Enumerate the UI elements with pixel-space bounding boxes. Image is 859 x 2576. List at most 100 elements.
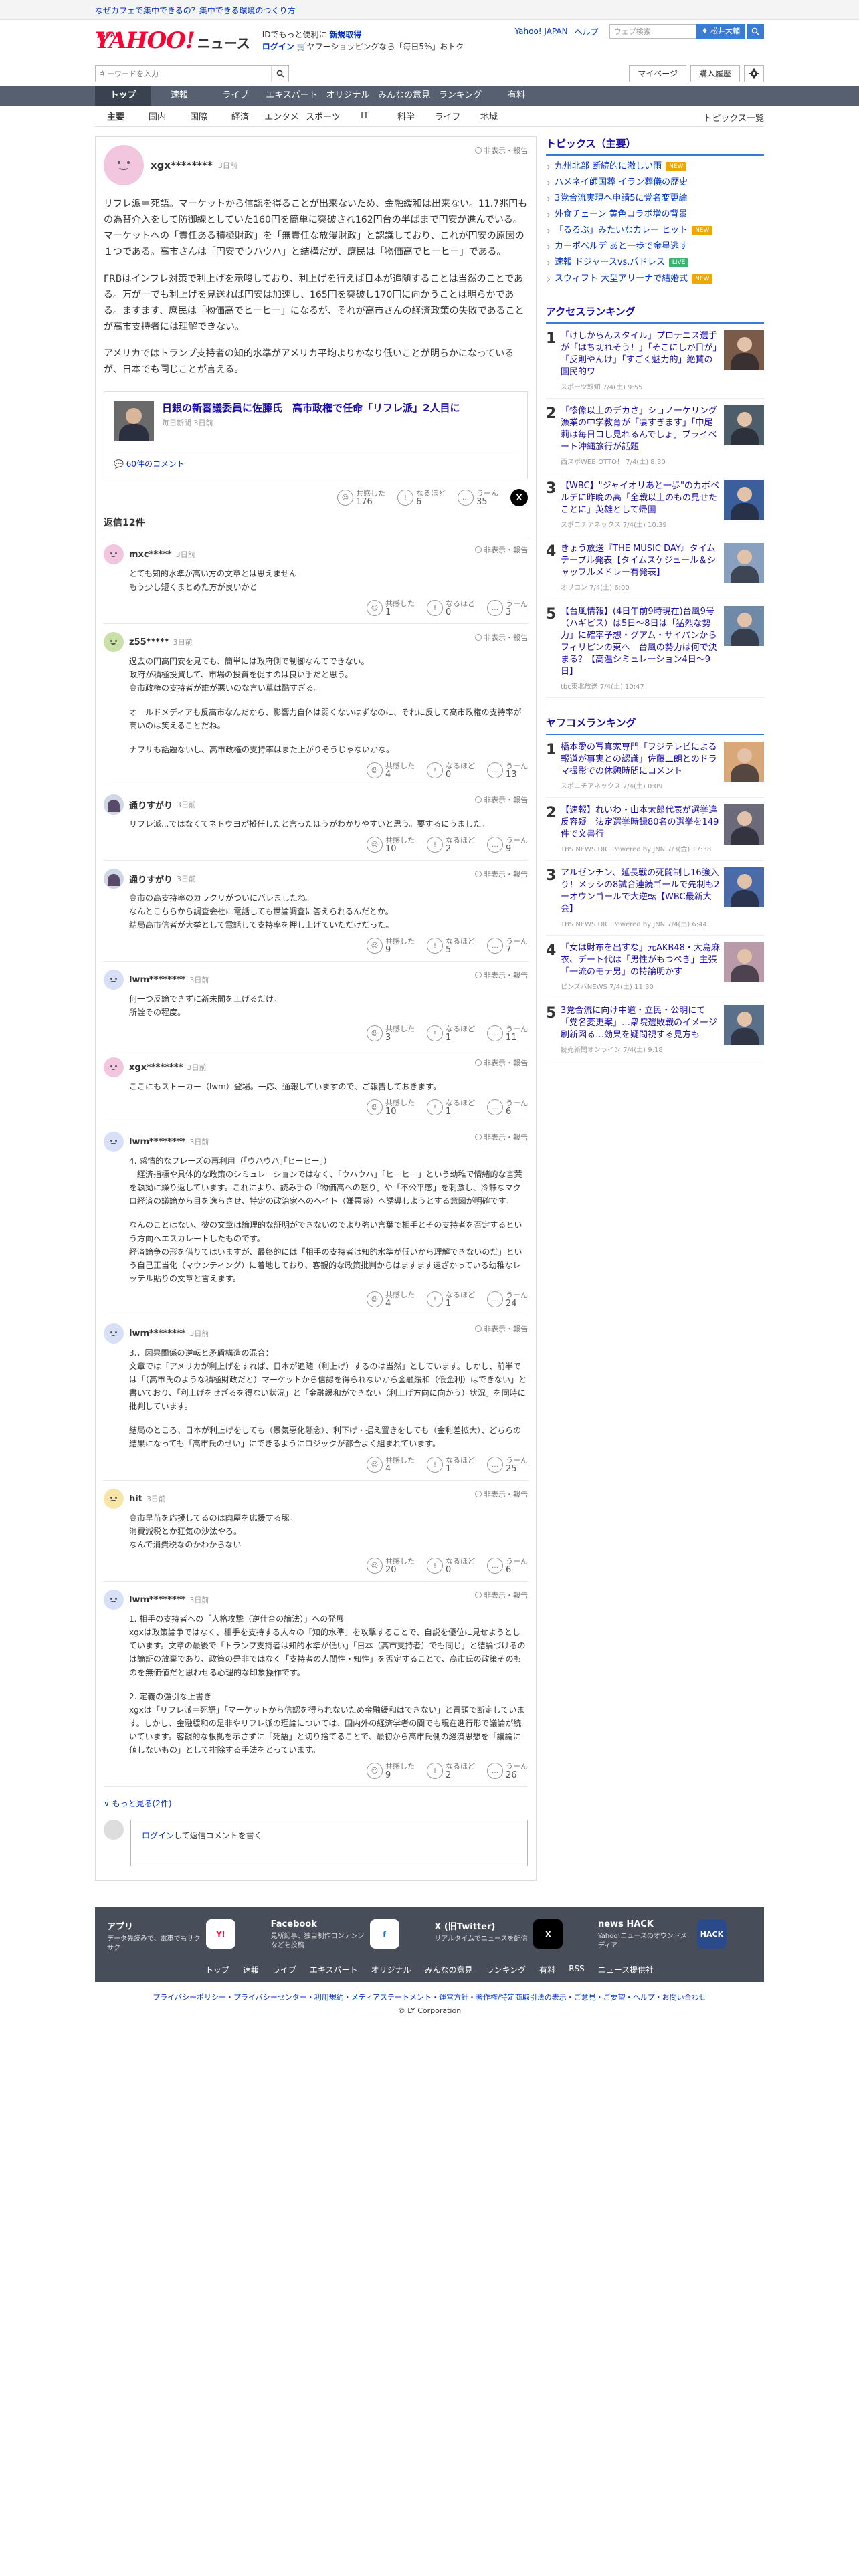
user-menu[interactable]: ♦ 松井大輔 (696, 24, 745, 39)
cat-life[interactable]: ライフ (427, 110, 468, 122)
article-comments-link[interactable]: 💬 60件のコメント (114, 451, 518, 469)
topic-item[interactable]: 九州北部 断続的に激しい雨 NEW (546, 158, 764, 175)
topic-title[interactable]: 「るるぶ」みたいなカレー ヒット (555, 223, 688, 239)
show-more-replies[interactable]: ∨ もっと見る(2件) (104, 1798, 528, 1809)
reply-login-link[interactable]: ログイン (142, 1831, 174, 1840)
ranking-item[interactable]: 4 「女は財布を出すな」元AKB48・大島麻衣、デート代は「男性がもつべき」主張 … (546, 936, 764, 998)
rank-title[interactable]: 【台風情報】(4日午前9時現在)台風9号（ハギビス）は5日～8日は「猛烈な勢力」… (561, 606, 720, 678)
legal-links[interactable]: プライバシーポリシー・プライバシーセンター・利用規約・メディアステートメント・運… (0, 1992, 859, 2002)
cat-it[interactable]: IT (344, 111, 385, 121)
naruhodo-button[interactable]: ! なるほど 0 (427, 762, 475, 779)
rank-thumbnail[interactable] (724, 742, 764, 782)
footer-link[interactable]: ニュース提供社 (598, 1964, 654, 1975)
rank-thumbnail[interactable] (724, 867, 764, 907)
naruhodo-button[interactable]: ! なるほど 1 (427, 1291, 475, 1308)
cat-domestic[interactable]: 国内 (136, 110, 178, 122)
reply-username[interactable]: hit (129, 1494, 142, 1504)
topic-title[interactable]: 3党合流実現へ申請5に党名変更論 (555, 191, 688, 207)
empathy-button[interactable]: ☺ 共感した 1 (367, 599, 415, 617)
empathy-button[interactable]: ☺ 共感した 9 (367, 937, 415, 954)
rank-thumbnail[interactable] (724, 480, 764, 520)
rank-title[interactable]: 「女は財布を出すな」元AKB48・大島麻衣、デート代は「男性がもつべき」主張 「… (561, 942, 726, 978)
rank-thumbnail[interactable] (724, 1005, 764, 1045)
cat-sports[interactable]: スポーツ (302, 110, 344, 122)
footer-link[interactable]: ライブ (272, 1964, 296, 1975)
ranking-item[interactable]: 5 【台風情報】(4日午前9時現在)台風9号（ハギビス）は5日～8日は「猛烈な勢力… (546, 599, 764, 698)
report-button[interactable]: 非表示・報告 (475, 794, 528, 805)
mypage-button[interactable]: マイページ (629, 65, 686, 82)
register-link[interactable]: 新規取得 (329, 30, 361, 39)
uun-button[interactable]: … うーん 7 (487, 937, 528, 954)
settings-button[interactable] (744, 65, 764, 82)
footer-link[interactable]: RSS (569, 1964, 585, 1975)
avatar[interactable] (104, 632, 124, 652)
reply-username[interactable]: lwm******** (129, 1137, 185, 1147)
rank-title[interactable]: 橋本愛の写真家専門「フジテレビによる報道が事実との認識」佐藤二朗とのドラマ撮影で… (561, 742, 720, 778)
footer-app-2[interactable]: X (旧Twitter) リアルタイムでニュースを配信 X (434, 1919, 588, 1953)
avatar[interactable] (104, 544, 124, 564)
footer-app-1[interactable]: Facebook 見所記事、独自制作コンテンツなどを投稿 f (271, 1919, 425, 1953)
report-button[interactable]: 非表示・報告 (475, 1057, 528, 1068)
naruhodo-button[interactable]: ! なるほど 1 (427, 1025, 475, 1042)
login-link[interactable]: ログイン (262, 42, 294, 51)
rank-thumbnail[interactable] (724, 543, 764, 583)
rank-thumbnail[interactable] (724, 942, 764, 982)
report-button[interactable]: 非表示・報告 (475, 145, 528, 156)
topbar-promo-link[interactable]: なぜカフェで集中できるの？集中できる環境のつくり方 (95, 5, 296, 16)
article-title[interactable]: 日銀の新審議委員に佐藤氏 高市政権で任命「リフレ派」2人目に (162, 401, 460, 415)
uun-button[interactable]: … うーん 25 (487, 1456, 528, 1473)
avatar[interactable] (104, 970, 124, 990)
empathy-button[interactable]: ☺ 共感した 20 (367, 1557, 415, 1574)
topic-title[interactable]: スウィフト 大型アリーナで結婚式 (555, 271, 688, 287)
ranking-item[interactable]: 1 橋本愛の写真家専門「フジテレビによる報道が事実との認識」佐藤二朗とのドラマ撮影… (546, 735, 764, 798)
nav-top[interactable]: トップ (95, 86, 151, 106)
report-button[interactable]: 非表示・報告 (475, 869, 528, 879)
rank-thumbnail[interactable] (724, 405, 764, 445)
ranking-item[interactable]: 2 【速報】れいわ・山本太郎代表が選挙違反容疑 法定選挙時録80名の選挙を149件… (546, 798, 764, 861)
naruhodo-button[interactable]: ! なるほど 6 (397, 489, 446, 506)
reply-username[interactable]: mxc***** (129, 550, 172, 560)
footer-link[interactable]: トップ (205, 1964, 229, 1975)
topic-title[interactable]: 九州北部 断続的に激しい雨 (555, 158, 662, 175)
uun-button[interactable]: … うーん 11 (487, 1025, 528, 1042)
topic-item[interactable]: 「るるぶ」みたいなカレー ヒット NEW (546, 223, 764, 239)
nav-expert[interactable]: エキスパート (264, 86, 320, 106)
cat-local[interactable]: 地域 (468, 110, 510, 122)
uun-button[interactable]: … うーん 13 (487, 762, 528, 779)
report-button[interactable]: 非表示・報告 (475, 632, 528, 643)
empathy-button[interactable]: ☺ 共感した 9 (367, 1762, 415, 1780)
cat-main[interactable]: 主要 (95, 110, 136, 122)
cat-economy[interactable]: 経済 (219, 110, 261, 122)
nav-ranking[interactable]: ランキング (432, 86, 488, 106)
nav-paid[interactable]: 有料 (488, 86, 545, 106)
rank-title[interactable]: 「惨像以上のデカさ」ショノーケリング漁業の中学教育が「凄すぎます」「中尾莉は毎日… (561, 405, 720, 453)
uun-button[interactable]: … うーん 9 (487, 836, 528, 853)
topics-list-link[interactable]: トピックス一覧 (703, 111, 764, 124)
topic-item[interactable]: 速報 ドジャースvs.パドレス LIVE (546, 255, 764, 271)
ranking-item[interactable]: 5 3党合流に向け中道・立民・公明にて「党名変更案」…衆院選敗戦のイメージ刷新図る… (546, 998, 764, 1061)
reply-username[interactable]: lwm******** (129, 1329, 185, 1339)
footer-link[interactable]: エキスパート (310, 1964, 358, 1975)
reply-textbox[interactable]: ログインして返信コメントを書く (130, 1820, 528, 1866)
topic-item[interactable]: 外食チェーン 黄色コラボ増の背景 (546, 207, 764, 223)
avatar[interactable] (104, 869, 124, 889)
rank-title[interactable]: 3党合流に向け中道・立民・公明にて「党名変更案」…衆院選敗戦のイメージ刷新図る…… (561, 1005, 720, 1041)
cat-entertainment[interactable]: エンタメ (261, 110, 302, 122)
rank-thumbnail[interactable] (724, 330, 764, 370)
avatar[interactable] (104, 145, 144, 185)
report-button[interactable]: 非表示・報告 (475, 544, 528, 555)
reply-username[interactable]: xgx******** (129, 1063, 183, 1073)
nav-live[interactable]: ライブ (207, 86, 264, 106)
uun-button[interactable]: … うーん 35 (458, 489, 498, 506)
footer-link[interactable]: みんなの意見 (425, 1964, 473, 1975)
web-search-input[interactable]: ウェブ検索 (609, 24, 696, 39)
reply-username[interactable]: lwm******** (129, 975, 185, 985)
topic-title[interactable]: カーボベルデ あと一歩で金星逃す (555, 239, 688, 255)
rank-title[interactable]: 【WBC】"ジャイオリあと一歩"のカボベルデに昨晩の高「全戦以上のもの見せたこと… (561, 480, 720, 516)
uun-button[interactable]: … うーん 6 (487, 1099, 528, 1116)
article-card[interactable]: 日銀の新審議委員に佐藤氏 高市政権で任命「リフレ派」2人目に 毎日新聞 3日前 … (104, 391, 528, 479)
comment-username[interactable]: xgx******** (151, 159, 213, 171)
ranking-item[interactable]: 3 アルゼンチン、延長戦の死闘制し16強入り！メッシの8試合連続ゴールで先制も2ー… (546, 861, 764, 936)
naruhodo-button[interactable]: ! なるほど 1 (427, 1456, 475, 1473)
reply-username[interactable]: 通りすがり (129, 873, 173, 885)
